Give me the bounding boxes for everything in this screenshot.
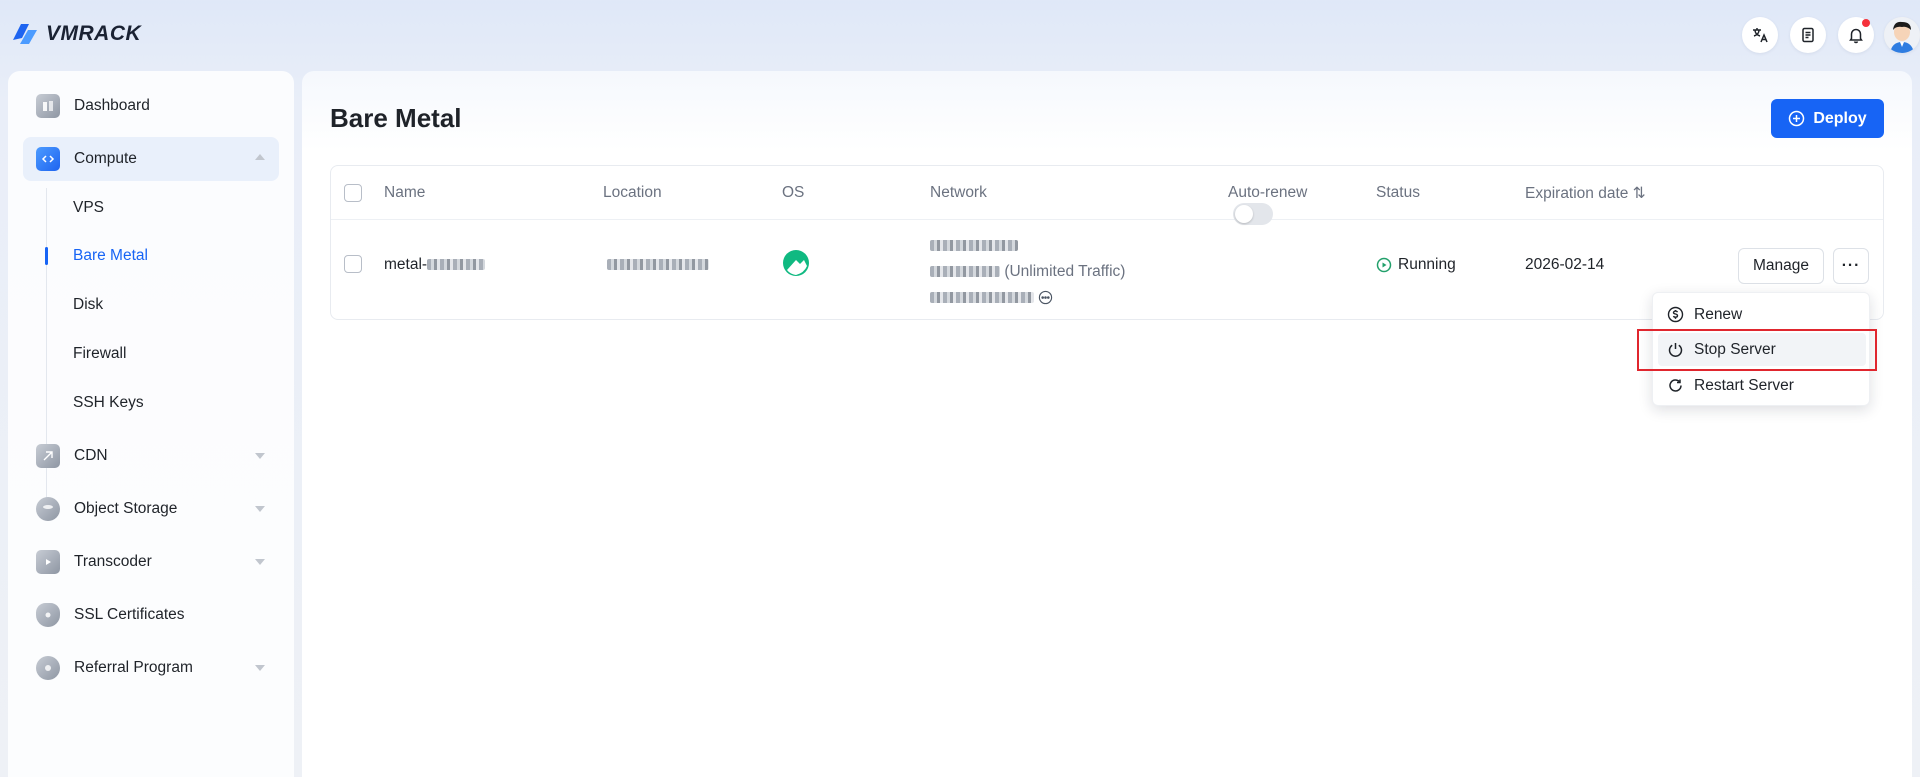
sidebar-item-ssh-keys[interactable]: SSH Keys [73, 388, 144, 418]
rocky-linux-icon [782, 249, 810, 282]
sidebar-item-object-storage[interactable]: Object Storage [23, 487, 279, 531]
more-actions-button[interactable]: ··· [1833, 248, 1869, 284]
sidebar-item-firewall[interactable]: Firewall [73, 339, 126, 369]
restart-icon [1669, 379, 1682, 392]
column-header-status[interactable]: Status [1376, 184, 1420, 202]
sidebar-item-referral-program[interactable]: Referral Program [23, 646, 279, 690]
column-header-os[interactable]: OS [782, 184, 804, 202]
sidebar-item-label: CDN [74, 447, 108, 464]
menu-item-label: Renew [1694, 305, 1743, 323]
column-header-auto-renew[interactable]: Auto-renew [1228, 184, 1307, 202]
transcoder-icon [36, 550, 60, 574]
column-header-name[interactable]: Name [384, 184, 425, 202]
sidebar-item-bare-metal[interactable]: Bare Metal [73, 241, 148, 271]
redacted-ip [930, 240, 1018, 252]
chevron-down-icon [255, 453, 265, 459]
status-badge: Running [1376, 256, 1456, 274]
sidebar-item-label: Referral Program [74, 659, 193, 676]
sidebar-item-label: Dashboard [74, 97, 150, 114]
sidebar-item-dashboard[interactable]: Dashboard [23, 84, 279, 128]
avatar[interactable] [1884, 17, 1920, 53]
translate-icon[interactable] [1742, 17, 1778, 53]
row-checkbox[interactable] [344, 255, 362, 273]
expiration-date: 2026-02-14 [1525, 256, 1605, 273]
status-label: Running [1398, 256, 1456, 273]
referral-icon [36, 656, 60, 680]
auto-renew-toggle[interactable] [1233, 203, 1273, 225]
deploy-button[interactable]: Deploy [1771, 99, 1884, 138]
network-info: (Unlimited Traffic) [930, 233, 1125, 311]
sidebar-item-label: Transcoder [74, 553, 152, 570]
sidebar-item-label: SSL Certificates [74, 606, 185, 623]
deploy-label: Deploy [1813, 109, 1867, 127]
active-marker [45, 247, 48, 265]
more-circle-icon[interactable] [1038, 290, 1053, 305]
main-panel: Bare Metal Deploy Name Location OS Netwo… [302, 71, 1912, 777]
storage-icon [36, 497, 60, 521]
server-name[interactable]: metal- [384, 256, 486, 274]
sidebar-item-compute[interactable]: Compute [23, 137, 279, 181]
chevron-up-icon [255, 154, 265, 160]
highlight-annotation [1637, 329, 1877, 371]
chevron-down-icon [255, 506, 265, 512]
bare-metal-table: Name Location OS Network Auto-renew Stat… [330, 165, 1884, 320]
renew-icon [1667, 306, 1684, 323]
sidebar-item-ssl-certificates[interactable]: SSL Certificates [23, 593, 279, 637]
redacted-bandwidth [930, 266, 1000, 278]
traffic-label: (Unlimited Traffic) [1004, 263, 1126, 280]
cdn-icon [36, 444, 60, 468]
select-all-checkbox[interactable] [344, 184, 362, 202]
column-header-expiration[interactable]: Expiration date ⇅ [1525, 184, 1646, 203]
top-bar: VMRACK [0, 0, 1920, 70]
page-title: Bare Metal [330, 103, 462, 133]
brand-name: VMRACK [46, 22, 142, 45]
sidebar-item-label: Compute [74, 150, 137, 167]
dashboard-icon [36, 94, 60, 118]
notification-dot [1862, 19, 1870, 27]
chevron-down-icon [255, 665, 265, 671]
compute-icon [36, 147, 60, 171]
sidebar-item-vps[interactable]: VPS [73, 193, 104, 223]
menu-item-label: Restart Server [1694, 376, 1794, 394]
sidebar-item-transcoder[interactable]: Transcoder [23, 540, 279, 584]
sidebar: Dashboard Compute VPS Bare Metal Disk Fi… [8, 71, 294, 777]
bell-icon[interactable] [1838, 17, 1874, 53]
redacted-name [427, 259, 486, 271]
running-icon [1376, 257, 1392, 273]
menu-item-renew[interactable]: Renew [1658, 298, 1866, 331]
manage-button[interactable]: Manage [1738, 248, 1824, 284]
chevron-down-icon [255, 559, 265, 565]
document-icon[interactable] [1790, 17, 1826, 53]
column-header-location[interactable]: Location [603, 184, 662, 202]
column-header-network[interactable]: Network [930, 184, 987, 202]
shield-icon [36, 603, 60, 627]
menu-item-restart-server[interactable]: Restart Server [1658, 369, 1866, 402]
sidebar-item-label: Object Storage [74, 500, 178, 517]
sidebar-item-disk[interactable]: Disk [73, 290, 103, 320]
logo-icon [13, 24, 37, 44]
redacted-ipv6 [930, 292, 1034, 304]
table-header: Name Location OS Network Auto-renew Stat… [331, 166, 1883, 220]
server-location [607, 256, 709, 274]
plus-circle-icon [1789, 110, 1805, 127]
sidebar-item-cdn[interactable]: CDN [23, 434, 279, 478]
logo[interactable]: VMRACK [10, 20, 141, 48]
